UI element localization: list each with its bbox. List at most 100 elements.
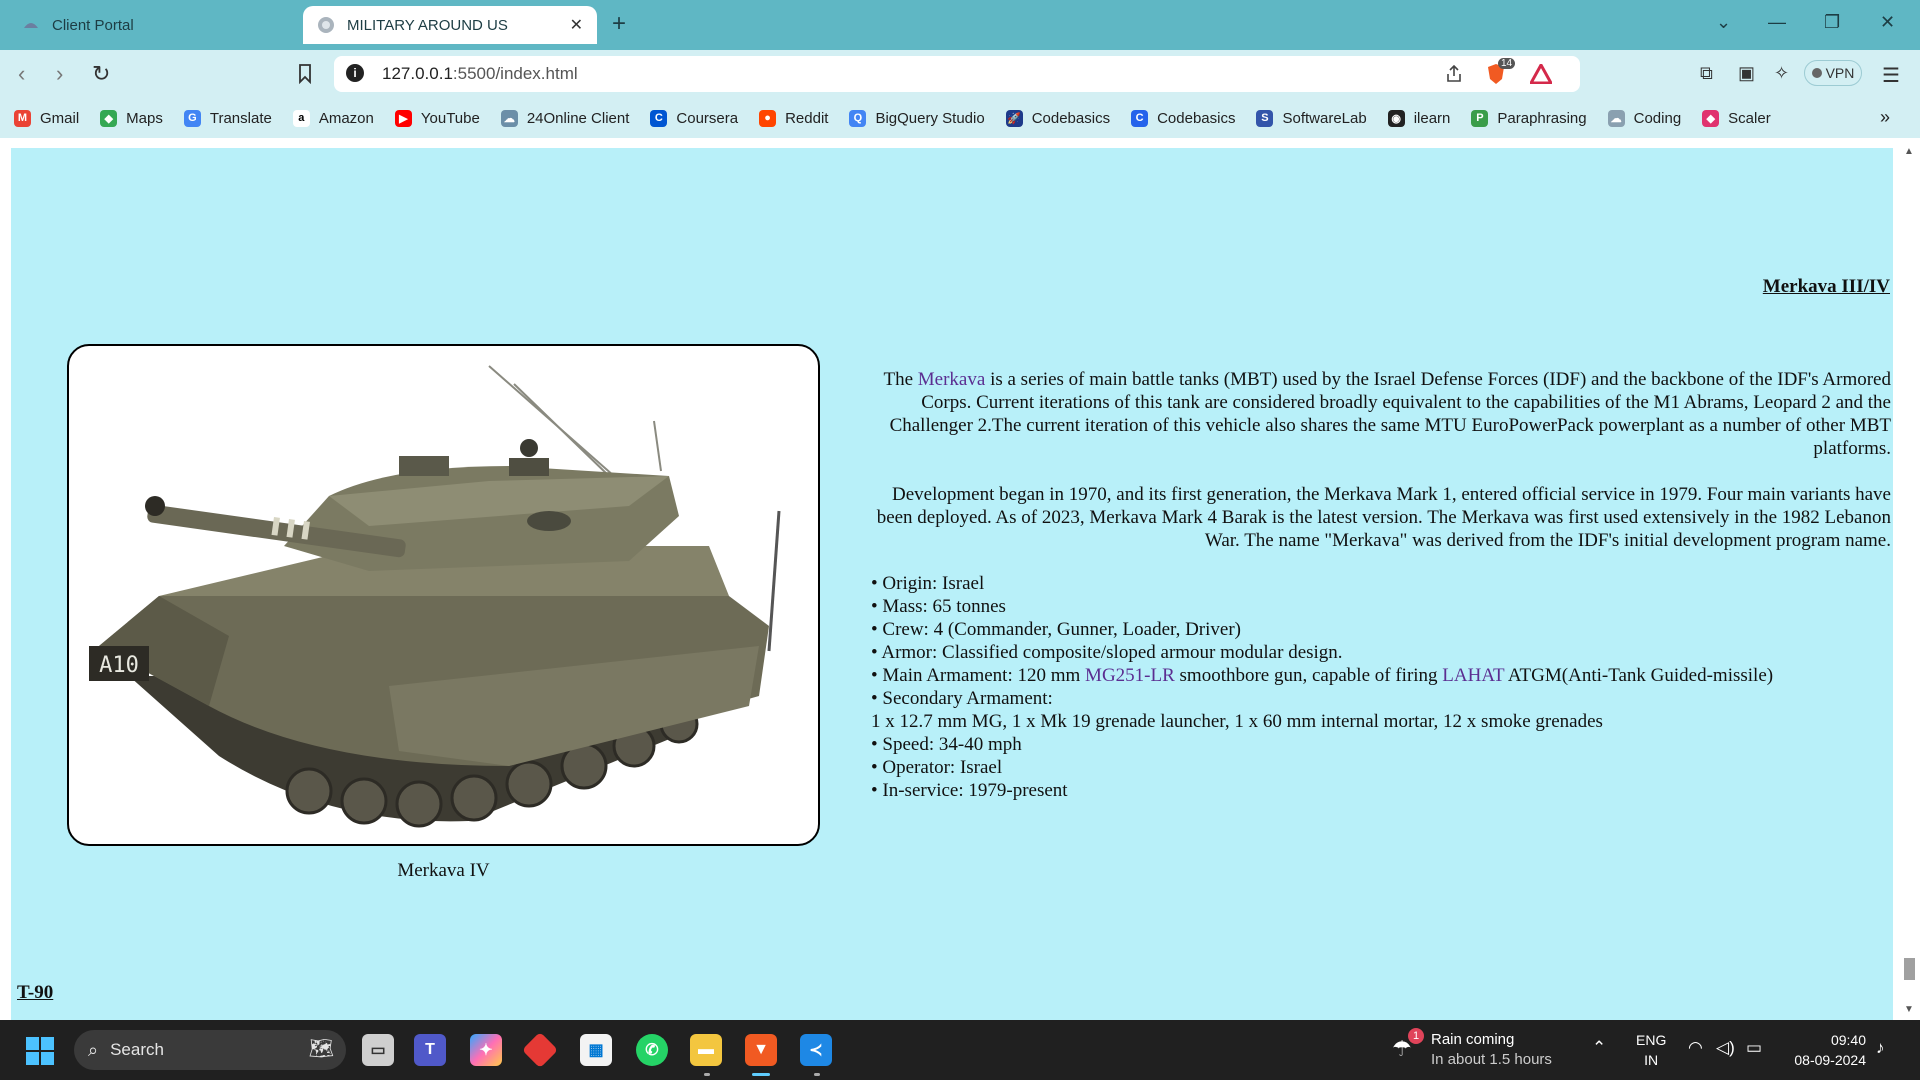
tab-title: Client Portal: [52, 16, 134, 34]
bookmarks-more-icon[interactable]: »: [1880, 107, 1890, 128]
bookmark-icon[interactable]: [298, 64, 312, 84]
figure-caption: Merkava IV: [397, 860, 490, 881]
file-explorer-icon[interactable]: ▭: [362, 1034, 394, 1066]
tab-military-around-us[interactable]: MILITARY AROUND US ✕: [303, 6, 597, 44]
bookmark-item[interactable]: G Translate: [183, 109, 272, 127]
whatsapp-icon[interactable]: ✆: [636, 1034, 668, 1066]
lahat-link[interactable]: LAHAT: [1442, 665, 1504, 686]
wallet-icon[interactable]: ▣: [1738, 63, 1755, 84]
cloud-icon: [24, 23, 38, 28]
share-icon[interactable]: [1444, 64, 1464, 84]
page-scrollbar[interactable]: ▲ ▼: [1899, 138, 1920, 1020]
paraphrasing-icon: P: [1471, 109, 1489, 127]
reload-button[interactable]: ↻: [92, 61, 110, 87]
spec-list: • Origin: Israel • Mass: 65 tonnes • Cre…: [871, 572, 1891, 802]
bookmark-item[interactable]: C Coursera: [650, 109, 738, 127]
merkava-link[interactable]: Merkava: [918, 369, 986, 390]
volume-icon[interactable]: ◁): [1716, 1038, 1735, 1058]
close-icon[interactable]: ✕: [570, 15, 583, 35]
bookmark-item[interactable]: M Gmail: [14, 109, 79, 127]
scroll-down-icon[interactable]: ▼: [1904, 1004, 1914, 1015]
bigquery-icon: Q: [849, 109, 867, 127]
active-indicator: [752, 1073, 770, 1076]
description-paragraph-2: Development began in 1970, and its first…: [876, 484, 1891, 551]
bookmark-item[interactable]: ◉ ilearn: [1387, 109, 1450, 127]
chevron-down-icon[interactable]: ⌄: [1716, 12, 1731, 33]
store-icon[interactable]: ▦: [580, 1034, 612, 1066]
running-indicator: [814, 1073, 820, 1076]
bookmark-item[interactable]: ◆ Maps: [100, 109, 163, 127]
bookmark-label: YouTube: [420, 109, 480, 127]
codebasics-icon: C: [1131, 109, 1149, 127]
window-close-button[interactable]: ✕: [1880, 12, 1895, 33]
weather-title: Rain coming: [1431, 1031, 1515, 1048]
youtube-icon: ▶: [394, 109, 412, 127]
bookmark-item[interactable]: ☁ Coding: [1607, 109, 1681, 127]
bookmark-label: Paraphrasing: [1497, 109, 1587, 127]
copilot-icon[interactable]: ✦: [470, 1034, 502, 1066]
brave-icon[interactable]: ▼: [745, 1034, 777, 1066]
bookmark-label: Codebasics: [1157, 109, 1236, 127]
bookmark-item[interactable]: P Paraphrasing: [1471, 109, 1587, 127]
text-span: smoothbore gun, capable of firing: [1174, 665, 1443, 686]
text-span: The: [883, 369, 918, 390]
git-icon[interactable]: [521, 1031, 559, 1069]
bookmark-item[interactable]: S SoftwareLab: [1256, 109, 1367, 127]
new-tab-button[interactable]: +: [612, 10, 626, 38]
brave-shield-icon[interactable]: 14: [1484, 58, 1516, 91]
bookmark-label: Translate: [209, 109, 272, 127]
section-title: Merkava III/IV: [1762, 276, 1890, 297]
bookmark-item[interactable]: ☁ 24Online Client: [500, 109, 629, 127]
bookmark-label: Scaler: [1728, 109, 1771, 127]
battery-icon[interactable]: ▭: [1746, 1038, 1762, 1058]
weather-widget[interactable]: Rain coming In about 1.5 hours: [1431, 1030, 1552, 1070]
extensions-icon[interactable]: ⧉: [1700, 63, 1713, 84]
page-viewport: Merkava III/IV A10 Merkava IV The Merkav…: [0, 138, 1920, 1020]
vscode-icon[interactable]: ≺: [800, 1034, 832, 1066]
start-button[interactable]: [26, 1037, 54, 1065]
url-host: 127.0.0.1: [382, 64, 453, 83]
restore-button[interactable]: ❐: [1824, 12, 1840, 33]
tab-client-portal[interactable]: Client Portal: [8, 6, 298, 44]
back-button[interactable]: ‹: [18, 61, 25, 87]
url-text[interactable]: 127.0.0.1:5500/index.html: [382, 64, 578, 84]
tab-title: MILITARY AROUND US: [347, 16, 508, 34]
url-path: :5500/index.html: [452, 64, 578, 83]
description-paragraph-1: The Merkava is a series of main battle t…: [871, 368, 1891, 460]
clock-time: 09:40: [1830, 1032, 1866, 1048]
bookmark-label: Amazon: [318, 109, 374, 127]
bookmark-item[interactable]: Q BigQuery Studio: [849, 109, 985, 127]
clock-date: 08-09-2024: [1794, 1052, 1866, 1068]
address-bar[interactable]: i 127.0.0.1:5500/index.html 14: [334, 56, 1580, 92]
scroll-up-icon[interactable]: ▲: [1904, 146, 1914, 157]
scrollbar-thumb[interactable]: [1904, 958, 1915, 980]
wifi-icon[interactable]: ◠: [1688, 1038, 1703, 1058]
taskbar-search[interactable]: ⌕ Search 🗺: [74, 1030, 346, 1070]
bookmark-item[interactable]: C Codebasics: [1131, 109, 1236, 127]
search-placeholder: Search: [110, 1040, 164, 1059]
spec-speed: • Speed: 34-40 mph: [871, 734, 1022, 755]
brave-rewards-icon[interactable]: [1530, 64, 1552, 84]
leo-ai-icon[interactable]: ✧: [1774, 63, 1789, 84]
tray-chevron-up-icon[interactable]: ⌃: [1592, 1038, 1606, 1058]
bookmark-item[interactable]: ▶ YouTube: [394, 109, 480, 127]
spec-in-service: • In-service: 1979-present: [871, 780, 1068, 801]
minimize-button[interactable]: —: [1768, 12, 1786, 33]
site-info-icon[interactable]: i: [346, 64, 364, 82]
bookmark-item[interactable]: 🚀 Codebasics: [1005, 109, 1110, 127]
notification-bell-icon[interactable]: ♪: [1876, 1038, 1885, 1058]
forward-button[interactable]: ›: [56, 61, 63, 87]
folder-icon[interactable]: ▬: [690, 1034, 722, 1066]
teams-icon[interactable]: T: [414, 1034, 446, 1066]
language-indicator[interactable]: ENG IN: [1636, 1030, 1666, 1070]
clock[interactable]: 09:40 08-09-2024: [1784, 1030, 1866, 1070]
bookmark-item[interactable]: a Amazon: [292, 109, 374, 127]
spec-main-armament: • Main Armament: 120 mm MG251-LR smoothb…: [871, 664, 1891, 687]
search-icon: ⌕: [88, 1039, 99, 1060]
bookmark-item[interactable]: ◆ Scaler: [1702, 109, 1771, 127]
spec-crew: • Crew: 4 (Commander, Gunner, Loader, Dr…: [871, 619, 1241, 640]
menu-icon[interactable]: ☰: [1882, 63, 1900, 88]
bookmark-item[interactable]: ● Reddit: [759, 109, 828, 127]
vpn-button[interactable]: VPN: [1804, 60, 1862, 86]
mg251-link[interactable]: MG251-LR: [1085, 665, 1175, 686]
